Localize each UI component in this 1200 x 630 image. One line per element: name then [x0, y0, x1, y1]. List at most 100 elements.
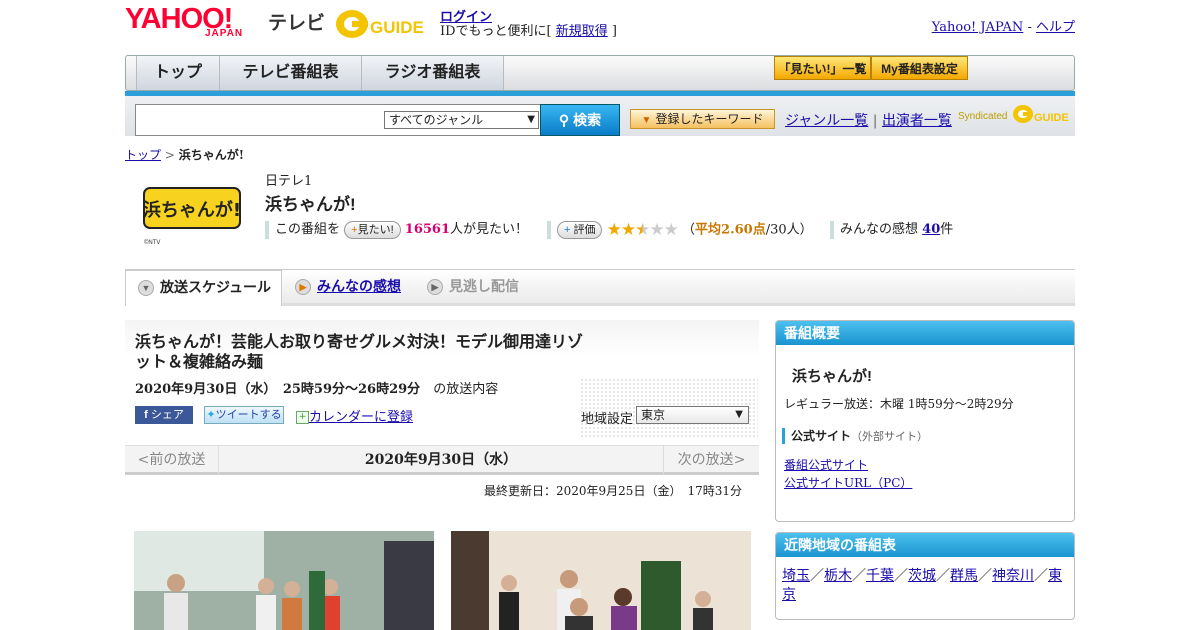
- official-site-pc-link[interactable]: 公式サイトURL（PC）: [784, 474, 912, 491]
- yahoo-japan-sublogo: JAPAN: [205, 28, 244, 39]
- tab-label: 見逃し配信: [449, 278, 519, 294]
- region-select-value: 東京: [641, 408, 666, 422]
- next-broadcast-link[interactable]: 次の放送>: [663, 446, 759, 474]
- stat-divider: [830, 220, 834, 239]
- channel-name: 日テレ1: [265, 174, 313, 189]
- episode-date-time: 2020年9月30日（水） 25時59分～26時29分: [135, 382, 421, 397]
- region-link-kanagawa[interactable]: 神奈川: [992, 568, 1034, 584]
- genre-select[interactable]: すべてのジャンル ▼: [384, 111, 539, 129]
- region-link-ibaraki[interactable]: 茨城: [908, 568, 936, 584]
- nearby-schedule-heading: 近隣地域の番組表: [776, 533, 1074, 557]
- want-button-label: 見たい!: [357, 223, 394, 236]
- regular-broadcast: レギュラー放送：木曜 1時59分～2時29分: [784, 397, 1014, 411]
- breadcrumb-current: 浜ちゃんが!: [178, 148, 244, 162]
- gguide-logo-text: GUIDE: [370, 18, 424, 37]
- svg-text:GUIDE: GUIDE: [1034, 112, 1069, 124]
- rating-stat: + 評価 ★★★★★ （平均2.60点/30人）: [547, 220, 813, 240]
- breadcrumb-separator: >: [161, 148, 179, 162]
- region-link-gunma[interactable]: 群馬: [950, 568, 978, 584]
- calendar-register: + カレンダーに登録: [296, 406, 413, 425]
- chevron-down-icon: ▼: [735, 409, 743, 420]
- nav-tab-tv-schedule[interactable]: テレビ番組表: [220, 56, 362, 90]
- search-button[interactable]: ⚲ 検索: [540, 104, 620, 136]
- official-site-note: （外部サイト）: [851, 430, 929, 443]
- facebook-share-label: シェア: [150, 409, 184, 421]
- rate-button[interactable]: + 評価: [557, 221, 603, 239]
- want-prefix: この番組を: [275, 222, 341, 237]
- thumbnail-credit: ©NTV: [144, 239, 160, 246]
- region-link-saitama[interactable]: 埼玉: [782, 568, 810, 584]
- official-site-label: 公式サイト: [791, 429, 852, 443]
- episode-pager: <前の放送 2020年9月30日（水） 次の放送>: [125, 445, 759, 475]
- nav-tab-top[interactable]: トップ: [136, 56, 220, 90]
- yahoo-japan-link[interactable]: Yahoo! JAPAN: [932, 20, 1024, 35]
- nav-tab-radio-schedule[interactable]: ラジオ番組表: [362, 56, 504, 90]
- rating-average: 平均2.60点: [695, 222, 766, 238]
- region-link-tochigi[interactable]: 栃木: [824, 568, 852, 584]
- gguide-small-logo: GUIDE: [1012, 102, 1070, 126]
- genre-list-link[interactable]: ジャンル一覧: [785, 113, 868, 129]
- stat-divider: [547, 221, 551, 239]
- star-full-icon: ★: [606, 220, 622, 240]
- id-prefix: IDでもっと便利に[: [440, 24, 556, 39]
- star-full-icon: ★: [620, 220, 636, 240]
- sidebar-program-name: 浜ちゃんが!: [792, 368, 872, 385]
- episode-datetime: 2020年9月30日（水） 25時59分～26時29分 の放送内容: [135, 378, 498, 397]
- breadcrumb-top-link[interactable]: トップ: [125, 148, 161, 162]
- region-link-chiba[interactable]: 千葉: [866, 568, 894, 584]
- genre-select-value: すべてのジャンル: [389, 113, 484, 127]
- prev-broadcast-link[interactable]: <前の放送: [125, 446, 219, 474]
- calendar-register-link[interactable]: カレンダーに登録: [309, 410, 413, 425]
- id-suffix: ]: [607, 24, 617, 39]
- tab-impressions[interactable]: ▶ みんなの感想: [295, 270, 401, 304]
- search-links: ジャンル一覧 | 出演者一覧: [785, 110, 952, 130]
- program-overview-box: 番組概要 浜ちゃんが! レギュラー放送：木曜 1時59分～2時29分 公式サイト…: [775, 320, 1075, 522]
- program-title: 浜ちゃんが!: [265, 195, 356, 214]
- nearby-regions-list: 埼玉／栃木／千葉／茨城／群馬／神奈川／東京: [782, 568, 1062, 603]
- chevron-down-icon: ▼: [138, 280, 154, 297]
- my-schedule-settings-button[interactable]: My番組表設定: [871, 56, 968, 80]
- rating-stars: ★★★★★: [606, 220, 679, 240]
- region-label: 地域設定: [581, 412, 634, 427]
- star-empty-icon: ★: [663, 220, 679, 240]
- tab-label[interactable]: みんなの感想: [317, 278, 401, 294]
- rating-avg-prefix: （: [682, 222, 696, 238]
- performer-list-link[interactable]: 出演者一覧: [882, 113, 952, 129]
- calendar-icon: +: [296, 411, 309, 424]
- star-half-icon: ★: [635, 220, 650, 240]
- tweet-button[interactable]: ✦ツイートする: [204, 406, 284, 424]
- tab-missed-streaming[interactable]: ▶ 見逃し配信: [427, 270, 519, 304]
- gguide-logo[interactable]: GUIDE: [334, 6, 434, 40]
- region-select[interactable]: 東京 ▼: [636, 406, 749, 424]
- facebook-share-button[interactable]: f シェア: [135, 406, 193, 424]
- want-list-button[interactable]: 「見たい!」一覧: [774, 56, 871, 80]
- nearby-schedule-box: 近隣地域の番組表 埼玉／栃木／千葉／茨城／群馬／神奈川／東京: [775, 532, 1075, 620]
- program-overview-heading: 番組概要: [776, 321, 1074, 345]
- stat-divider: [265, 220, 269, 239]
- impressions-count-link[interactable]: 40: [922, 222, 940, 237]
- tweet-label: ツイートする: [215, 409, 282, 421]
- registered-keyword-button[interactable]: ▼ 登録したキーワード: [630, 109, 775, 129]
- breadcrumb: トップ > 浜ちゃんが!: [125, 146, 244, 163]
- syndicated-label: Syndicated: [958, 111, 1008, 122]
- impressions-label: みんなの感想: [840, 222, 919, 237]
- episode-date-suffix: の放送内容: [433, 382, 499, 397]
- rate-button-label: 評価: [573, 224, 596, 236]
- episode-photo: [134, 531, 434, 630]
- top-right-links: Yahoo! JAPAN - ヘルプ: [932, 16, 1075, 35]
- pager-current-date: 2020年9月30日（水）: [364, 452, 518, 468]
- last-updated: 最終更新日：2020年9月25日（金） 17時31分: [484, 484, 742, 498]
- register-link[interactable]: 新規取得: [556, 24, 608, 39]
- tab-broadcast-schedule[interactable]: ▼ 放送スケジュール: [125, 270, 282, 306]
- link-divider: |: [868, 113, 882, 129]
- official-site-link[interactable]: 番組公式サイト: [784, 456, 868, 473]
- play-arrow-icon: ▶: [295, 279, 311, 296]
- main-nav: トップ テレビ番組表 ラジオ番組表 「見たい!」一覧 My番組表設定: [125, 55, 1075, 91]
- help-link[interactable]: ヘルプ: [1036, 20, 1075, 35]
- want-button[interactable]: +見たい!: [344, 220, 401, 239]
- thumbnail-logo-text: 浜ちゃんが!: [143, 199, 241, 221]
- section-label-tv: テレビ: [268, 13, 326, 34]
- impressions-stat: みんなの感想 40件: [830, 220, 953, 240]
- search-button-label: 検索: [573, 112, 602, 128]
- chevron-down-icon: ▼: [527, 114, 535, 125]
